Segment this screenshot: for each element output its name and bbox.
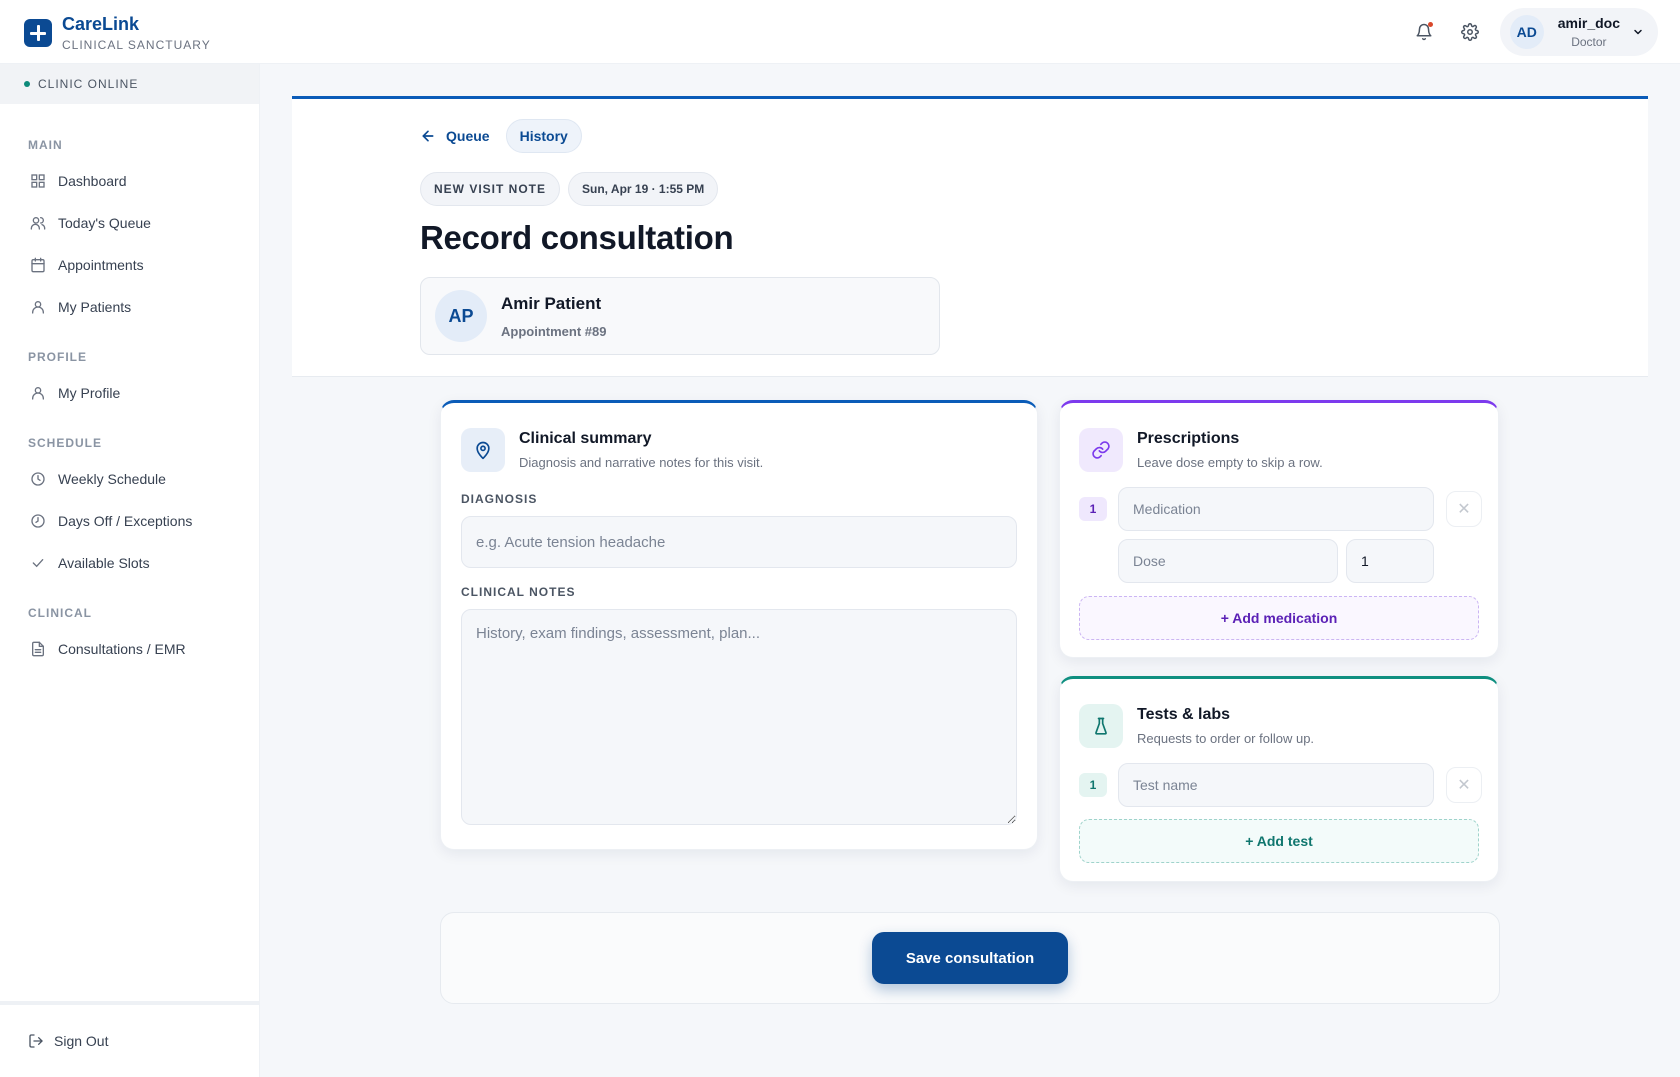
remove-test-button[interactable]: ✕ [1446,767,1482,803]
remove-medication-button[interactable]: ✕ [1446,491,1482,527]
sign-out-button[interactable]: Sign Out [0,1001,260,1077]
clinic-status-label: CLINIC ONLINE [38,77,139,91]
consultation-header: Queue History NEW VISIT NOTE Sun, Apr 19… [292,96,1648,377]
clinic-status: CLINIC ONLINE [0,64,259,104]
users-icon [30,217,46,230]
card-title: Tests & labs [1137,706,1231,723]
pill-link-icon [1092,441,1110,459]
sidebar: CLINIC ONLINE MAIN Dashboard Today's Que… [0,64,260,1077]
patient-avatar: AP [435,290,487,342]
sidebar-item-my-profile[interactable]: My Profile [0,372,259,414]
page-title: Record consultation [420,219,734,256]
sidebar-item-weekly-schedule[interactable]: Weekly Schedule [0,458,259,500]
nav-section-main: MAIN [28,138,63,152]
sidebar-item-label: Today's Queue [58,215,151,231]
prescriptions-card: Prescriptions Leave dose empty to skip a… [1059,400,1499,658]
brand[interactable]: CareLink CLINICAL SANCTUARY [24,14,211,52]
card-title: Prescriptions [1137,430,1240,447]
nav-section-profile: PROFILE [28,350,88,364]
diagnosis-input[interactable] [461,516,1017,568]
user-menu[interactable]: AD amir_doc Doctor [1499,8,1658,56]
online-status-dot [24,81,30,87]
nav-section-clinical: CLINICAL [28,606,92,620]
dose-input[interactable] [1118,539,1338,583]
brand-subtitle: CLINICAL SANCTUARY [62,38,211,52]
test-row-number: 1 [1079,773,1107,797]
sidebar-item-label: Appointments [58,257,144,273]
clinical-notes-label: CLINICAL NOTES [461,585,576,599]
sign-out-label: Sign Out [54,1033,109,1049]
clock-icon [31,514,45,528]
medication-row-number: 1 [1079,497,1107,521]
save-consultation-button[interactable]: Save consultation [872,932,1068,984]
card-subtitle: Requests to order or follow up. [1137,731,1315,746]
card-subtitle: Diagnosis and narrative notes for this v… [519,455,764,470]
sidebar-item-dashboard[interactable]: Dashboard [0,160,259,202]
sidebar-item-label: Days Off / Exceptions [58,513,193,529]
notification-dot [1427,22,1433,27]
card-subtitle: Leave dose empty to skip a row. [1137,455,1323,470]
brand-name: CareLink [62,14,140,34]
user-icon [31,301,44,314]
gear-icon [1460,23,1479,41]
sidebar-item-available-slots[interactable]: Available Slots [0,542,259,584]
chevron-down-icon [1634,29,1642,35]
history-button[interactable]: History [505,119,582,153]
add-medication-button[interactable]: + Add medication [1079,596,1479,640]
sidebar-item-label: My Profile [58,385,121,401]
diagnosis-label: DIAGNOSIS [461,492,538,506]
check-icon [32,559,44,568]
clinical-notes-textarea[interactable] [461,609,1017,825]
back-link-label: Queue [446,128,490,144]
document-icon [31,641,44,657]
sidebar-item-consultations[interactable]: Consultations / EMR [0,628,259,670]
quantity-input[interactable] [1346,539,1434,583]
close-icon: ✕ [1457,777,1471,794]
sidebar-item-label: My Patients [58,299,132,315]
clinical-summary-card: Clinical summary Diagnosis and narrative… [440,400,1038,850]
patient-name: Amir Patient [501,293,602,313]
top-bar: CareLink CLINICAL SANCTUARY AD amir_doc … [0,0,1680,64]
logout-icon [29,1034,43,1048]
note-type-badge: NEW VISIT NOTE [420,172,561,206]
arrow-left-icon [422,130,434,142]
carelink-logo-icon [24,19,52,47]
breadcrumb: Queue History [420,119,582,153]
sidebar-item-label: Available Slots [58,555,150,571]
sidebar-item-label: Weekly Schedule [58,471,166,487]
sidebar-item-days-off[interactable]: Days Off / Exceptions [0,500,259,542]
visit-datetime-badge: Sun, Apr 19 · 1:55 PM [568,172,719,206]
test-tube-icon [1095,717,1107,735]
tests-labs-card: Tests & labs Requests to order or follow… [1059,676,1499,882]
appointment-number: Appointment #89 [501,323,607,339]
user-avatar: AD [1509,15,1544,49]
sidebar-item-todays-queue[interactable]: Today's Queue [0,202,259,244]
add-test-button[interactable]: + Add test [1079,819,1479,863]
sidebar-item-my-patients[interactable]: My Patients [0,286,259,328]
notifications-button[interactable] [1408,16,1440,48]
sidebar-item-label: Dashboard [58,173,127,189]
user-role: Doctor [1571,35,1607,49]
sidebar-item-label: Consultations / EMR [58,641,186,657]
card-title: Clinical summary [519,430,652,447]
sidebar-item-appointments[interactable]: Appointments [0,244,259,286]
medication-input[interactable] [1118,487,1434,531]
patient-card: AP Amir Patient Appointment #89 [420,277,940,355]
back-to-queue-link[interactable]: Queue [420,128,490,144]
settings-button[interactable] [1454,16,1486,48]
nav-section-schedule: SCHEDULE [28,436,103,450]
user-name: amir_doc [1557,15,1620,31]
test-name-input[interactable] [1118,763,1434,807]
calendar-icon [31,257,45,273]
close-icon: ✕ [1457,501,1471,518]
clock-icon [31,472,45,486]
map-pin-icon [476,441,490,460]
grid-icon [31,174,45,188]
user-icon [31,387,44,400]
